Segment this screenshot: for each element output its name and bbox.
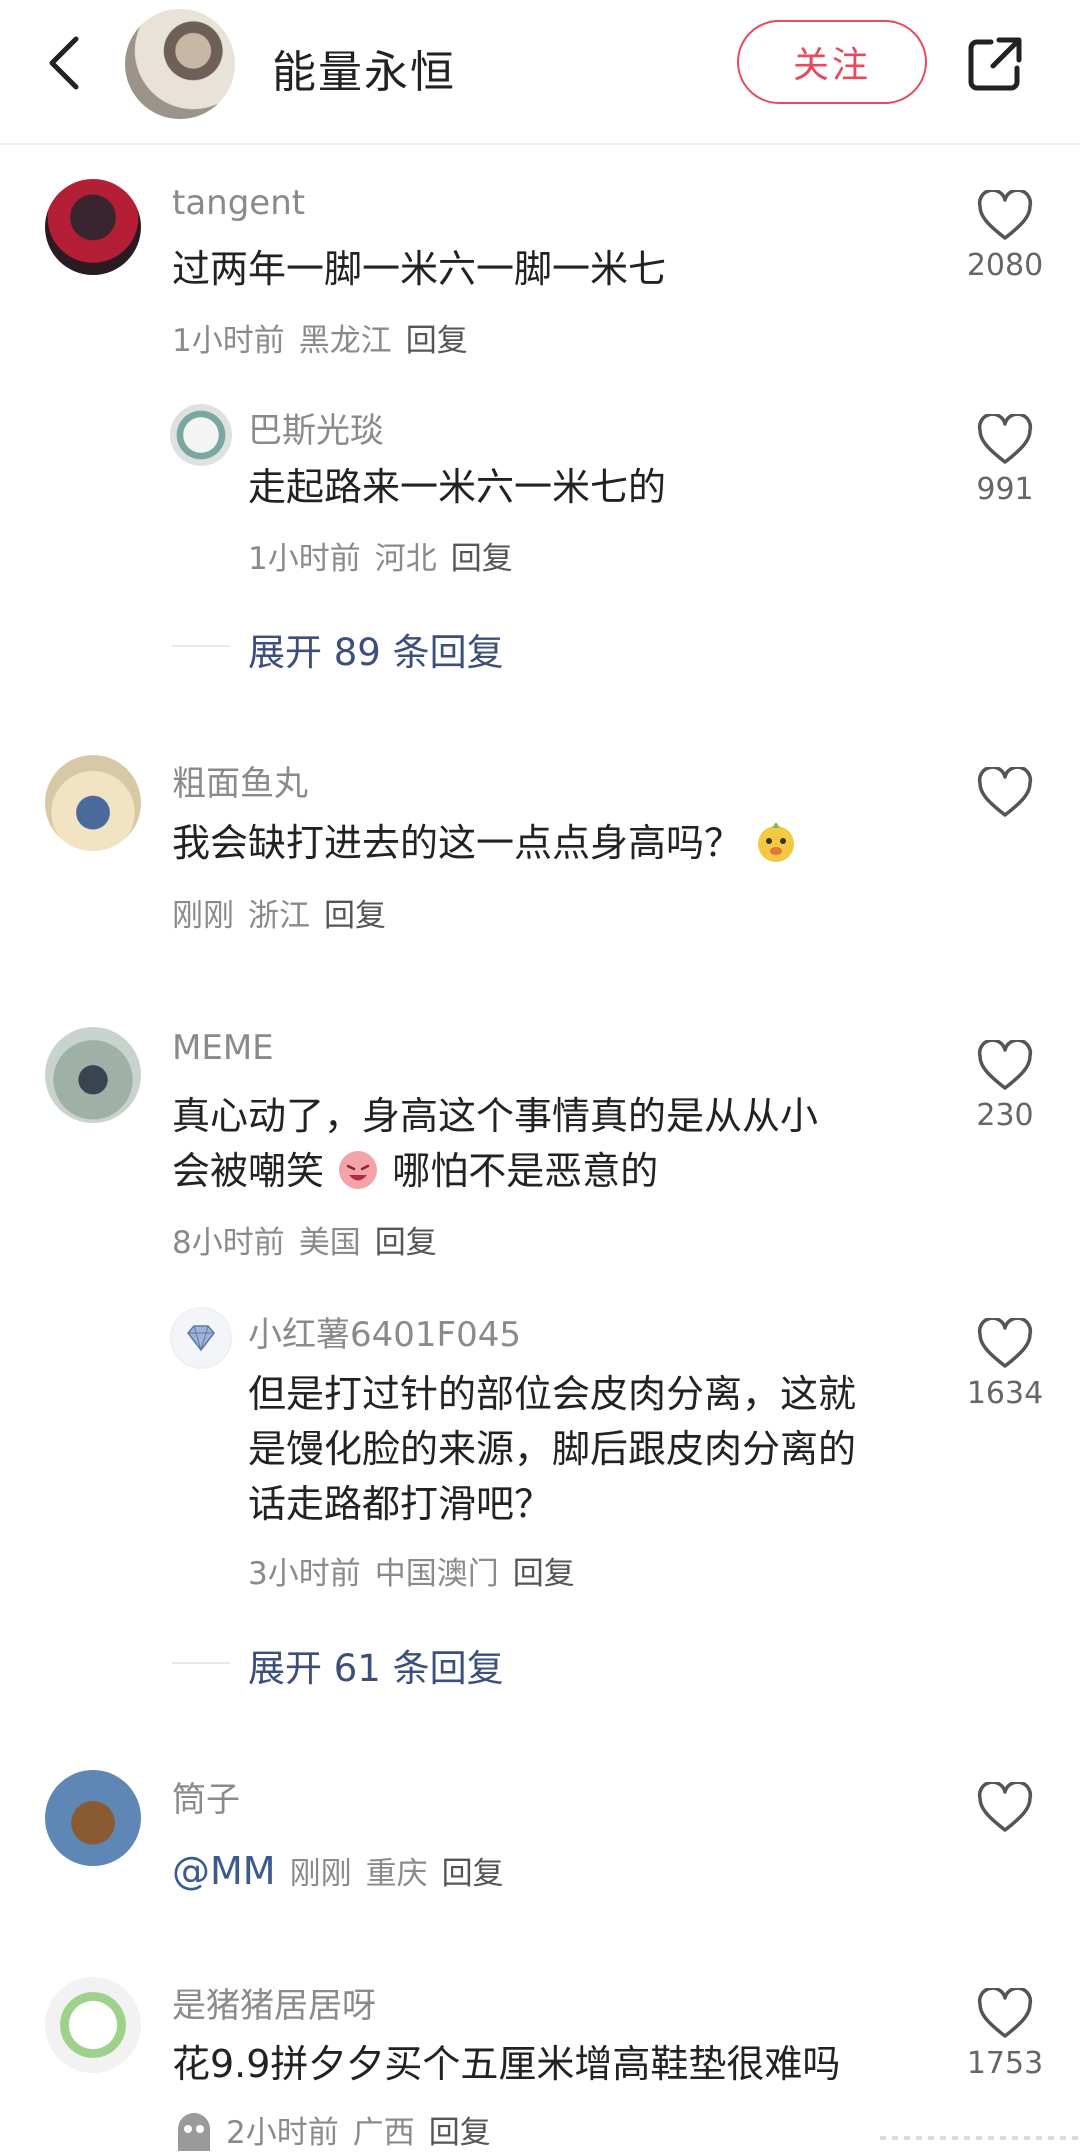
reply-text-line[interactable]: 但是打过针的部位会皮肉分离，这就 (248, 1365, 856, 1423)
comment-text-line[interactable]: 真心动了，身高这个事情真的是从从小 (172, 1087, 818, 1145)
reply-text-line[interactable]: 话走路都打滑吧？ (248, 1475, 552, 1533)
avatar[interactable] (45, 755, 141, 851)
comment-username[interactable]: tangent (172, 183, 305, 223)
comment-text-content: 会被嘲笑 (172, 1149, 325, 1193)
diamond-icon (187, 1325, 215, 1352)
comment-text-line[interactable]: 会被嘲笑 哪怕不是恶意的 (172, 1142, 658, 1200)
comment-username[interactable]: MEME (172, 1028, 274, 1068)
avatar[interactable] (45, 1977, 141, 2073)
like-button[interactable]: 2080 (965, 190, 1045, 283)
comment-text-content: 我会缺打进去的这一点点身高吗？ (172, 821, 743, 865)
reply-location: 中国澳门 (374, 1556, 499, 1592)
mention-link[interactable]: @MM (172, 1849, 276, 1893)
avatar[interactable] (45, 1770, 141, 1866)
reply-button[interactable]: 回复 (324, 898, 386, 934)
like-button[interactable]: 1634 (965, 1318, 1045, 1411)
back-icon[interactable] (40, 33, 90, 93)
ghost-icon (178, 2113, 210, 2151)
heart-outline-icon (977, 1988, 1033, 2038)
follow-button[interactable]: 关注 (737, 20, 927, 104)
top-bar: 能量永恒 关注 (0, 0, 1080, 145)
comment-text[interactable]: 花9.9拼夕夕买个五厘米增高鞋垫很难吗 (172, 2035, 840, 2093)
laughing-emoji-icon (339, 1151, 378, 1189)
comment-time: 2小时前 (226, 2115, 339, 2151)
comment-meta: 1小时前 黑龙江 回复 (172, 315, 468, 360)
like-button[interactable] (965, 767, 1045, 819)
heart-outline-icon (977, 1040, 1033, 1090)
like-count: 1753 (966, 2046, 1044, 2081)
reply-text[interactable]: 走起路来一米六一米七的 (248, 458, 666, 516)
comment-location: 美国 (298, 1225, 361, 1261)
like-count: 2080 (966, 248, 1044, 283)
comment-location: 广西 (352, 2115, 415, 2151)
heart-outline-icon (977, 1782, 1033, 1832)
like-button[interactable]: 230 (965, 1040, 1045, 1133)
like-count: 230 (976, 1098, 1034, 1133)
expand-replies-button[interactable]: 展开 89 条回复 (248, 622, 504, 676)
reply-meta: 1小时前 河北 回复 (248, 533, 513, 578)
reply-button[interactable]: 回复 (451, 541, 513, 577)
comment-text-content: 哪怕不是恶意的 (392, 1149, 659, 1193)
reply-username[interactable]: 巴斯光琰 (248, 403, 384, 452)
like-count: 991 (976, 472, 1034, 507)
reply-button[interactable]: 回复 (442, 1856, 504, 1892)
reply-time: 1小时前 (248, 541, 361, 577)
reply-button[interactable]: 回复 (375, 1225, 437, 1261)
comment-text[interactable]: 我会缺打进去的这一点点身高吗？ (172, 814, 798, 872)
like-button[interactable]: 991 (965, 414, 1045, 507)
heart-outline-icon (977, 767, 1033, 817)
share-icon[interactable] (965, 34, 1025, 94)
like-button[interactable] (965, 1782, 1045, 1834)
avatar[interactable] (170, 404, 232, 466)
reply-text-line[interactable]: 是馒化脸的来源，脚后跟皮肉分离的 (248, 1420, 856, 1478)
comment-time: 8小时前 (172, 1225, 285, 1261)
like-button[interactable]: 1753 (965, 1988, 1045, 2081)
comment-meta: 8小时前 美国 回复 (172, 1217, 437, 1262)
avatar[interactable] (45, 179, 141, 275)
comment-text[interactable]: 过两年一脚一米六一脚一米七 (172, 240, 666, 298)
heart-outline-icon (977, 190, 1033, 240)
expand-replies-button[interactable]: 展开 61 条回复 (248, 1638, 504, 1692)
reply-button[interactable]: 回复 (513, 1556, 575, 1592)
comment-location: 浙江 (248, 898, 310, 934)
reply-meta: 3小时前 中国澳门 回复 (248, 1548, 575, 1593)
author-avatar[interactable] (125, 9, 235, 119)
emoji-sticker-icon (758, 822, 795, 862)
scroll-indicator (880, 2136, 1080, 2140)
author-name[interactable]: 能量永恒 (272, 36, 456, 100)
comment-meta: 2小时前 广西 回复 (172, 2107, 491, 2152)
reply-location: 河北 (374, 541, 437, 577)
reply-time: 3小时前 (248, 1556, 361, 1592)
heart-outline-icon (977, 414, 1033, 464)
comment-location: 黑龙江 (298, 323, 392, 359)
reply-button[interactable]: 回复 (406, 323, 468, 359)
comment-username[interactable]: 筒子 (172, 1772, 240, 1821)
avatar[interactable] (45, 1027, 141, 1123)
comment-location: 重庆 (365, 1856, 428, 1892)
comment-time: 刚刚 (289, 1856, 352, 1892)
comment-time: 1小时前 (172, 323, 285, 359)
divider (172, 1662, 230, 1664)
comment-username[interactable]: 是猪猪居居呀 (172, 1978, 376, 2027)
comment-meta: @MM 刚刚 重庆 回复 (172, 1848, 504, 1893)
reply-username[interactable]: 小红薯6401F045 (248, 1307, 521, 1356)
reply-button[interactable]: 回复 (429, 2115, 491, 2151)
comment-time: 刚刚 (172, 898, 234, 934)
like-count: 1634 (966, 1376, 1044, 1411)
comment-username[interactable]: 粗面鱼丸 (172, 756, 308, 805)
divider (172, 645, 230, 647)
comment-meta: 刚刚 浙江 回复 (172, 890, 386, 935)
heart-outline-icon (977, 1318, 1033, 1368)
